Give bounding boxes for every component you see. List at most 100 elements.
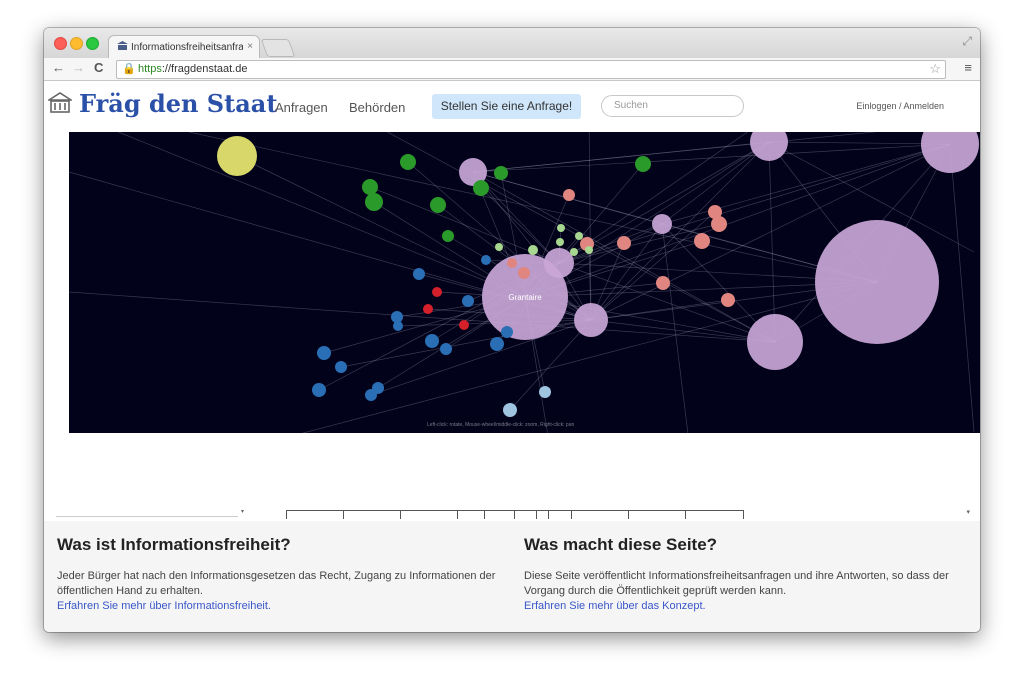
building-icon: [48, 92, 72, 113]
graph-node-pink[interactable]: [518, 267, 530, 279]
graph-node-green[interactable]: [362, 179, 378, 195]
graph-node-green[interactable]: [365, 193, 383, 211]
graph-node-blue[interactable]: [317, 346, 331, 360]
new-tab-button[interactable]: [260, 39, 296, 57]
graph-controls-hint: Left-click: rotate, Mouse-wheel/middle-c…: [427, 422, 575, 428]
graph-node-blue[interactable]: [312, 383, 326, 397]
graph-node-lightgreen[interactable]: [575, 232, 583, 240]
tab-close-icon[interactable]: ×: [247, 41, 253, 52]
graph-node-pink[interactable]: [721, 293, 735, 307]
timeline-tick: [743, 511, 744, 519]
info-right-body: Diese Seite veröffentlicht Informationsf…: [524, 570, 949, 597]
graph-node-blue[interactable]: [365, 389, 377, 401]
timeline-tick: [536, 511, 537, 519]
graph-node-red[interactable]: [423, 304, 433, 314]
graph-node-lightgreen[interactable]: [570, 248, 578, 256]
timeline-tick: [286, 511, 287, 519]
graph-edge: [117, 132, 526, 298]
graph-node-blue[interactable]: [490, 337, 504, 351]
graph-node-blue[interactable]: [462, 295, 474, 307]
nav-behoerden[interactable]: Behörden: [349, 100, 405, 115]
graph-node-blue[interactable]: [501, 326, 513, 338]
graph-node-lightblue[interactable]: [503, 403, 517, 417]
graph-edge: [661, 223, 689, 433]
timeline-tick: [484, 511, 485, 519]
zoom-window-button[interactable]: [86, 37, 99, 50]
url-host: ://fragdenstaat.de: [161, 63, 248, 75]
info-right-link[interactable]: Erfahren Sie mehr über das Konzept.: [524, 600, 706, 612]
new-request-button[interactable]: Stellen Sie eine Anfrage!: [432, 94, 581, 119]
graph-node-pink[interactable]: [694, 233, 710, 249]
building-icon: [117, 41, 128, 54]
menu-icon[interactable]: ≡: [964, 60, 972, 75]
info-right-title: Was macht diese Seite?: [524, 535, 718, 554]
timeline-tick: [548, 511, 549, 519]
graph-node-green[interactable]: [494, 166, 508, 180]
graph-node-pink[interactable]: [656, 276, 670, 290]
graph-node-lightblue[interactable]: [539, 386, 551, 398]
graph-node-yellow[interactable]: [217, 136, 257, 176]
chevron-down-icon[interactable]: ▾: [966, 508, 970, 516]
graph-node-green[interactable]: [635, 156, 651, 172]
graph-node-blue[interactable]: [440, 343, 452, 355]
graph-node-purple[interactable]: [747, 314, 803, 370]
close-window-button[interactable]: [54, 37, 67, 50]
fullscreen-icon[interactable]: ⤢: [962, 34, 972, 49]
graph-node-pink[interactable]: [507, 258, 517, 268]
site-header: Fräg den Staat Anfragen Behörden Stellen…: [44, 81, 980, 129]
timeline-axis[interactable]: [286, 510, 744, 521]
info-left-body: Jeder Bürger hat nach den Informationsge…: [57, 570, 496, 597]
graph-node-lightgreen[interactable]: [528, 245, 538, 255]
address-bar[interactable]: 🔒 https://fragdenstaat.de ☆: [116, 60, 946, 79]
info-section: Was ist Informationsfreiheit? Jeder Bürg…: [44, 521, 980, 632]
graph-node-blue[interactable]: [393, 321, 403, 331]
timeline-tick: [343, 511, 344, 519]
graph-canvas[interactable]: Grantaire: [69, 132, 980, 433]
bookmark-star-icon[interactable]: ☆: [929, 61, 941, 77]
browser-tab[interactable]: Informationsfreiheitsanfrage ×: [108, 35, 260, 59]
network-graph[interactable]: Grantaire Left-click: rotate, Mouse-whee…: [69, 132, 980, 433]
graph-node-pink[interactable]: [711, 216, 727, 232]
graph-node-blue[interactable]: [335, 361, 347, 373]
graph-node-purple[interactable]: [750, 132, 788, 161]
lock-icon: 🔒: [122, 63, 136, 75]
graph-node-purple[interactable]: [574, 303, 608, 337]
login-link[interactable]: Einloggen / Anmelden: [856, 101, 944, 111]
graph-node-green[interactable]: [473, 180, 489, 196]
graph-node-red[interactable]: [459, 320, 469, 330]
graph-node-lightgreen[interactable]: [495, 243, 503, 251]
search-input[interactable]: Suchen: [601, 95, 744, 117]
graph-edge: [768, 141, 776, 343]
graph-node-pink[interactable]: [563, 189, 575, 201]
info-left-link[interactable]: Erfahren Sie mehr über Informationsfreih…: [57, 600, 271, 612]
nav-anfragen[interactable]: Anfragen: [275, 100, 328, 115]
graph-node-green[interactable]: [442, 230, 454, 242]
graph-node-purple[interactable]: [652, 214, 672, 234]
graph-node-green[interactable]: [400, 154, 416, 170]
info-left-text: Jeder Bürger hat nach den Informationsge…: [57, 569, 497, 614]
graph-edge: [590, 141, 770, 321]
timeline-tick: [685, 511, 686, 519]
back-icon[interactable]: ←: [52, 60, 65, 75]
graph-node-pink[interactable]: [617, 236, 631, 250]
graph-node-blue[interactable]: [425, 334, 439, 348]
graph-edge: [370, 319, 592, 396]
reload-icon[interactable]: C: [94, 60, 103, 75]
graph-node-purple[interactable]: [544, 248, 574, 278]
filter-select[interactable]: ▾: [56, 509, 244, 517]
graph-node-lightgreen[interactable]: [557, 224, 565, 232]
graph-node-blue[interactable]: [481, 255, 491, 265]
graph-node-green[interactable]: [430, 197, 446, 213]
graph-edge: [949, 143, 975, 433]
url-text: https://fragdenstaat.de: [138, 63, 247, 75]
graph-node-lightgreen[interactable]: [556, 238, 564, 246]
graph-node-lightgreen[interactable]: [585, 246, 593, 254]
graph-node-purple[interactable]: [815, 220, 939, 344]
minimize-window-button[interactable]: [70, 37, 83, 50]
graph-node-blue[interactable]: [413, 268, 425, 280]
site-logo[interactable]: Fräg den Staat: [79, 89, 277, 118]
graph-center-label: Grantaire: [508, 293, 542, 302]
forward-icon[interactable]: →: [72, 60, 85, 75]
timeline-tick: [457, 511, 458, 519]
graph-node-red[interactable]: [432, 287, 442, 297]
